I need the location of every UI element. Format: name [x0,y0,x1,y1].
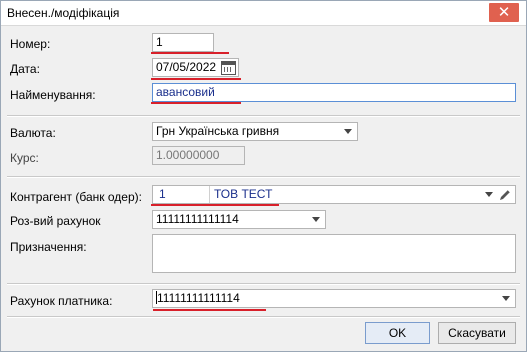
chevron-down-icon[interactable] [485,192,493,197]
annotation-underline [151,204,279,206]
chevron-down-icon[interactable] [502,296,510,301]
annotation-underline [151,102,241,104]
settlement-account-value: 11111111111114 [156,212,239,226]
settlement-account-label: Роз-вий рахунок [10,214,101,228]
name-input[interactable]: авансовий [152,83,516,102]
annotation-underline [151,52,229,54]
name-value: авансовий [156,85,215,99]
payer-account-label: Рахунок платника: [10,294,113,308]
counterparty-code[interactable]: 1 [153,186,210,203]
ok-button[interactable]: OK [365,322,430,344]
dialog-window: Внесен./модіфікація ✕ Номер: 1 Дата: 07/… [0,0,527,352]
purpose-value [153,235,156,249]
payer-account-select[interactable]: 11111111111114 [152,289,516,308]
number-input[interactable]: 1 [152,33,214,52]
purpose-textarea[interactable] [152,234,516,273]
payer-account-value: 11111111111114 [157,291,240,305]
counterparty-label: Контрагент (банк одер): [10,190,142,204]
currency-select[interactable]: Грн Українська гривня [152,122,358,141]
rate-value: 1.00000000 [156,148,220,162]
window-title: Внесен./модіфікація [7,6,120,20]
date-label: Дата: [10,62,40,76]
date-value: 07/05/2022 [156,60,217,74]
annotation-underline [153,309,266,311]
close-icon: ✕ [497,4,511,21]
purpose-label: Призначення: [10,240,87,254]
close-button[interactable]: ✕ [489,3,519,22]
divider [7,176,520,178]
annotation-underline [151,78,241,80]
chevron-down-icon[interactable] [312,217,320,222]
rate-input: 1.00000000 [152,146,245,165]
counterparty-name: ТОВ ТЕСТ [214,187,273,201]
name-label: Найменування: [10,88,96,102]
counterparty-input[interactable]: 1 ТОВ ТЕСТ [152,185,516,204]
number-label: Номер: [10,37,51,51]
number-value: 1 [156,35,163,49]
currency-value: Грн Українська гривня [156,124,280,138]
date-input[interactable]: 07/05/2022 [152,58,239,77]
divider [7,283,520,285]
divider [7,316,520,318]
rate-label: Курс: [10,151,39,165]
divider [7,115,520,117]
settlement-account-select[interactable]: 11111111111114 [152,210,326,229]
title-bar: Внесен./модіфікація ✕ [1,1,526,26]
pencil-icon[interactable] [498,188,512,202]
cancel-button[interactable]: Скасувати [438,322,516,344]
calendar-icon[interactable] [221,61,236,75]
chevron-down-icon[interactable] [344,129,352,134]
currency-label: Валюта: [10,126,56,140]
